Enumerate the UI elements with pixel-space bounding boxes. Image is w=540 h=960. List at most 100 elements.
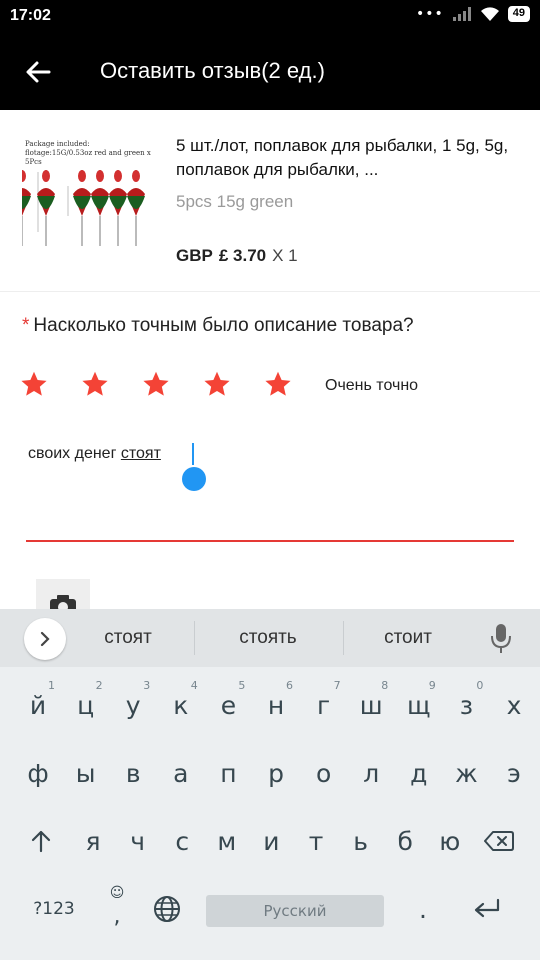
key-row1-7[interactable]: ш8 (346, 675, 396, 735)
key-row3-4[interactable]: и (246, 811, 296, 871)
quantity: X 1 (272, 246, 298, 265)
suggestion-divider (194, 621, 195, 655)
microphone-icon[interactable] (488, 622, 514, 654)
app-bar: Оставить отзыв(2 ед.) (0, 34, 540, 110)
star-icon-5[interactable] (264, 370, 292, 398)
key-row3-0[interactable]: я (68, 811, 118, 871)
wifi-icon (480, 7, 499, 21)
key-hint: 7 (333, 679, 341, 692)
onscreen-keyboard: стоят стоять стоит й1ц2у3к4е5н6г7ш8щ9з0х… (0, 609, 540, 960)
suggestion-3[interactable]: стоит (338, 627, 478, 649)
suggestion-1[interactable]: стоят (58, 627, 198, 649)
period-key[interactable]: . (398, 879, 448, 939)
space-key[interactable]: Русский (206, 895, 384, 927)
key-row2-5[interactable]: р (251, 743, 301, 803)
star-icon-4[interactable] (203, 370, 231, 398)
suggestion-2[interactable]: стоять (198, 627, 338, 649)
star-icon-3[interactable] (142, 370, 170, 398)
back-arrow-icon[interactable] (22, 56, 54, 88)
shift-key[interactable] (16, 811, 66, 871)
status-bar: 17:02 ••• 49 (0, 0, 540, 34)
currency-code: GBP (176, 246, 213, 265)
key-row2-1[interactable]: ы (61, 743, 111, 803)
comma-key[interactable]: ☺ , (92, 879, 142, 939)
text-cursor (192, 443, 194, 465)
key-row3-3[interactable]: м (202, 811, 252, 871)
enter-key[interactable] (462, 879, 512, 939)
rating-label: Очень точно (325, 377, 419, 394)
notification-dots-icon: ••• (415, 6, 444, 22)
key-row2-6[interactable]: о (299, 743, 349, 803)
key-row1-10[interactable]: х (489, 675, 539, 735)
battery-icon: 49 (507, 6, 530, 22)
keyboard-row-2: фывапролджэ (0, 743, 540, 809)
status-time: 17:02 (10, 7, 51, 24)
key-row1-2[interactable]: у3 (108, 675, 158, 735)
signal-icon (452, 7, 471, 21)
star-icon-1[interactable] (20, 370, 48, 398)
symbols-key[interactable]: ?123 (26, 879, 82, 939)
review-composing-word: стоят (120, 445, 161, 462)
emoji-icon: ☺ (109, 885, 125, 901)
keyboard-row-3: ячсмитьбю (0, 811, 540, 877)
key-row3-5[interactable]: т (291, 811, 341, 871)
key-row3-8[interactable]: ю (425, 811, 475, 871)
key-row1-6[interactable]: г7 (299, 675, 349, 735)
key-row2-9[interactable]: ж (441, 743, 491, 803)
globe-icon (154, 896, 180, 922)
key-hint: 1 (48, 679, 55, 692)
backspace-icon (484, 831, 514, 851)
key-hint: 5 (238, 679, 246, 692)
price-row: GBP £ 3.70 X 1 (176, 246, 298, 266)
key-row3-6[interactable]: ь (336, 811, 386, 871)
key-hint: 9 (428, 679, 436, 692)
fishing-float-illustration (22, 169, 146, 247)
key-hint: 6 (286, 679, 293, 692)
key-row3-2[interactable]: с (157, 811, 207, 871)
review-input[interactable]: своих денег стоят (28, 445, 161, 463)
key-hint: 2 (95, 679, 103, 692)
add-photo-button[interactable] (36, 579, 90, 609)
key-row1-8[interactable]: щ9 (394, 675, 444, 735)
shift-arrow-icon (31, 830, 51, 853)
key-row1-9[interactable]: з0 (441, 675, 491, 735)
key-row1-4[interactable]: е5 (203, 675, 253, 735)
product-name: 5 шт./лот, поплавок для рыбалки, 1 5g, 5… (176, 136, 509, 179)
required-asterisk: * (22, 315, 30, 336)
key-row3-1[interactable]: ч (113, 811, 163, 871)
star-icon-2[interactable] (81, 370, 109, 398)
key-row2-7[interactable]: л (346, 743, 396, 803)
key-row2-10[interactable]: э (489, 743, 539, 803)
review-text: своих денег (28, 445, 121, 462)
key-row1-3[interactable]: к4 (156, 675, 206, 735)
key-row2-4[interactable]: п (203, 743, 253, 803)
backspace-key[interactable] (474, 811, 524, 871)
key-row1-1[interactable]: ц2 (61, 675, 111, 735)
keyboard-row-1: й1ц2у3к4е5н6г7ш8щ9з0х (0, 675, 540, 741)
suggestion-bar: стоят стоять стоит (0, 609, 540, 667)
question-text: Насколько точным было описание товара? (33, 315, 414, 336)
key-row2-8[interactable]: д (394, 743, 444, 803)
key-row1-0[interactable]: й1 (13, 675, 63, 735)
key-row2-3[interactable]: а (156, 743, 206, 803)
cursor-handle[interactable] (182, 467, 206, 491)
key-row2-0[interactable]: ф (13, 743, 63, 803)
key-hint: 4 (190, 679, 198, 692)
camera-icon (50, 595, 76, 609)
enter-arrow-icon (474, 898, 500, 918)
key-row1-5[interactable]: н6 (251, 675, 301, 735)
price-value: £ 3.70 (218, 246, 267, 265)
product-card: Package included: flotage:15G/0.53oz red… (0, 110, 540, 292)
language-key[interactable] (142, 879, 192, 939)
page-title: Оставить отзыв(2 ед.) (100, 58, 325, 83)
key-hint: 8 (381, 679, 389, 692)
input-underline (26, 540, 514, 542)
key-row3-7[interactable]: б (380, 811, 430, 871)
key-row2-2[interactable]: в (108, 743, 158, 803)
rating-question: * Насколько точным было описание товара? (22, 315, 414, 337)
product-variant: 5pcs 15g green (176, 192, 294, 211)
key-hint: 3 (143, 679, 151, 692)
product-image: Package included: flotage:15G/0.53oz red… (22, 136, 160, 280)
key-hint: 0 (476, 679, 484, 692)
star-rating[interactable] (20, 370, 292, 398)
